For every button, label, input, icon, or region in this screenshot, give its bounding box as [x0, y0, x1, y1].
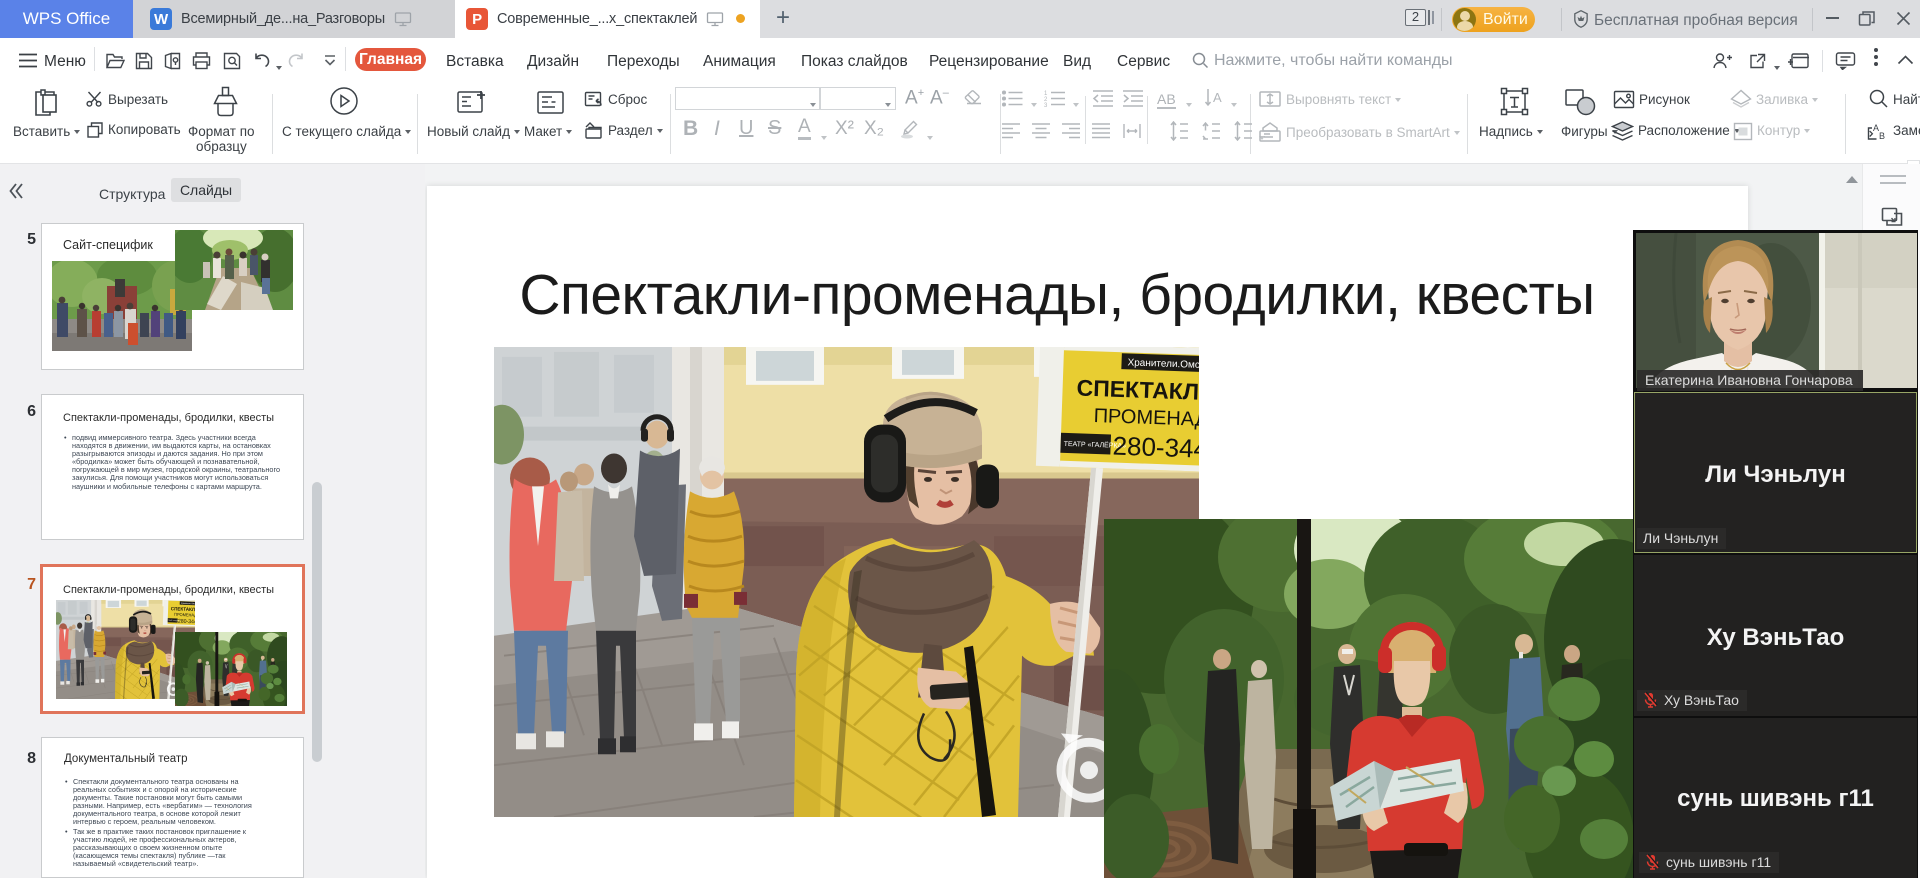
svg-text:A: A: [1213, 90, 1222, 105]
svg-text:B: B: [1879, 131, 1885, 141]
svg-text:3: 3: [1044, 103, 1048, 107]
